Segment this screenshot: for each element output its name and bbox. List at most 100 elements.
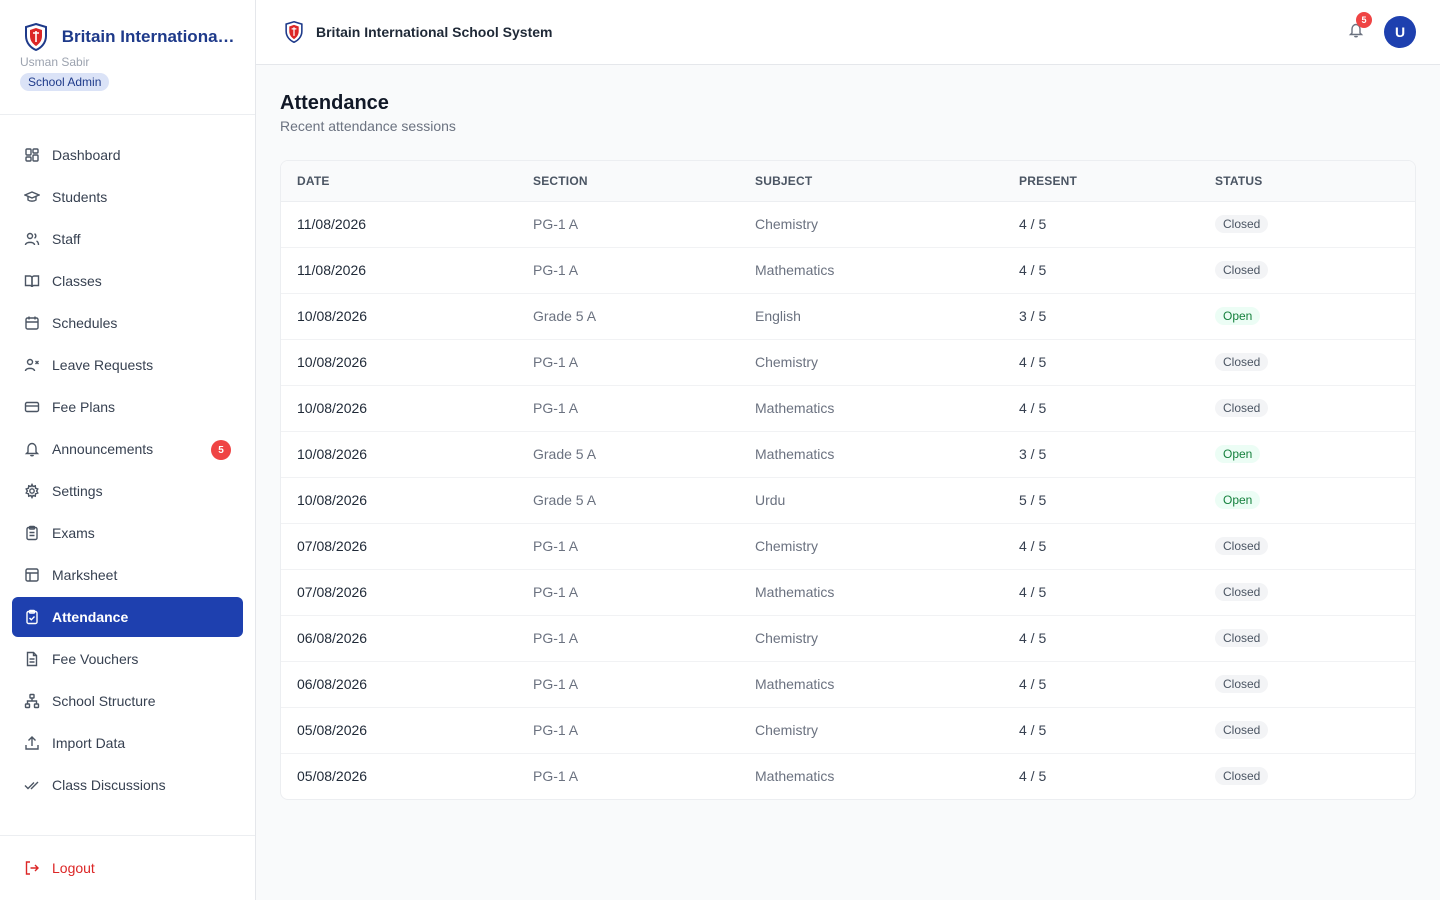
sidebar-item-class-discussions[interactable]: Class Discussions xyxy=(12,765,243,805)
table-row[interactable]: 10/08/2026 PG-1 A Chemistry 4 / 5 Closed xyxy=(281,339,1415,386)
header-title: Britain International School System xyxy=(316,24,553,40)
table-icon xyxy=(24,567,40,583)
notifications-button[interactable]: 5 xyxy=(1346,12,1372,42)
status-badge: Closed xyxy=(1215,261,1269,279)
sidebar-item-settings[interactable]: Settings xyxy=(12,471,243,511)
column-header-present: PRESENT xyxy=(1019,161,1215,202)
sidebar-item-label: Classes xyxy=(52,273,102,289)
cell-date: 06/08/2026 xyxy=(281,661,533,708)
sidebar-item-announcements[interactable]: Announcements 5 xyxy=(12,429,243,469)
sidebar-item-students[interactable]: Students xyxy=(12,177,243,217)
sidebar-item-label: Import Data xyxy=(52,735,126,751)
school-crest-icon xyxy=(20,21,52,53)
table-row[interactable]: 05/08/2026 PG-1 A Mathematics 4 / 5 Closed xyxy=(281,753,1415,799)
table-row[interactable]: 10/08/2026 PG-1 A Mathematics 4 / 5 Closed xyxy=(281,385,1415,432)
sidebar-item-classes[interactable]: Classes xyxy=(12,261,243,301)
cell-present: 4 / 5 xyxy=(1019,569,1215,616)
sidebar-item-exams[interactable]: Exams xyxy=(12,513,243,553)
logout-button[interactable]: Logout xyxy=(12,860,95,876)
cell-section: PG-1 A xyxy=(533,201,755,248)
cell-present: 5 / 5 xyxy=(1019,477,1215,524)
file-text-icon xyxy=(24,651,40,667)
table-row[interactable]: 07/08/2026 PG-1 A Chemistry 4 / 5 Closed xyxy=(281,523,1415,570)
cell-date: 07/08/2026 xyxy=(281,569,533,616)
table-row[interactable]: 10/08/2026 Grade 5 A Urdu 5 / 5 Open xyxy=(281,477,1415,524)
cell-status: Closed xyxy=(1215,615,1415,662)
users-icon xyxy=(24,231,40,247)
cell-subject: Mathematics xyxy=(755,768,835,785)
sidebar-item-marksheet[interactable]: Marksheet xyxy=(12,555,243,595)
cell-subject: Mathematics xyxy=(755,247,1019,294)
cell-status: Closed xyxy=(1215,707,1415,754)
cell-date: 11/08/2026 xyxy=(281,201,533,248)
cell-status: Closed xyxy=(1215,753,1415,799)
status-badge: Open xyxy=(1215,445,1261,463)
table-body: 11/08/2026 PG-1 A Chemistry 4 / 5 Closed 11/0… xyxy=(281,201,1415,799)
gear-icon xyxy=(24,483,40,499)
cell-section: PG-1 A xyxy=(533,523,755,570)
table-row[interactable]: 10/08/2026 Grade 5 A English 3 / 5 Open xyxy=(281,293,1415,340)
cell-subject: Chemistry xyxy=(755,201,1019,248)
sidebar-item-label: Exams xyxy=(52,525,95,541)
logout-label: Logout xyxy=(52,860,95,876)
status-badge: Closed xyxy=(1215,399,1269,417)
cell-subject: Mathematics xyxy=(755,569,1019,616)
sidebar-nav: Dashboard Students Staff Classes Schedul… xyxy=(0,115,255,805)
sidebar-brand: Britain International... Usman Sabir Sch… xyxy=(0,0,255,115)
sidebar-footer: Logout xyxy=(0,835,255,900)
table-row[interactable]: 11/08/2026 PG-1 A Mathematics 4 / 5 Closed xyxy=(281,247,1415,294)
sidebar-item-import-data[interactable]: Import Data xyxy=(12,723,243,763)
status-badge: Closed xyxy=(1215,215,1269,233)
cell-date: 10/08/2026 xyxy=(281,339,533,386)
status-badge: Closed xyxy=(1215,537,1269,555)
sidebar-item-fee-vouchers[interactable]: Fee Vouchers xyxy=(12,639,243,679)
sidebar-item-fee-plans[interactable]: Fee Plans xyxy=(12,387,243,427)
user-name: Usman Sabir xyxy=(20,55,90,69)
cell-status: Closed xyxy=(1215,569,1415,616)
cell-section: PG-1 A xyxy=(533,707,755,754)
cell-present: 4 / 5 xyxy=(1019,247,1215,294)
cell-subject: Chemistry xyxy=(755,707,1019,754)
dashboard-icon xyxy=(24,147,40,163)
sidebar-item-schedules[interactable]: Schedules xyxy=(12,303,243,343)
credit-card-icon xyxy=(24,399,40,415)
sidebar-item-label: School Structure xyxy=(52,693,156,709)
table-row[interactable]: 06/08/2026 PG-1 A Mathematics 4 / 5 Closed xyxy=(281,661,1415,708)
column-header-date: DATE xyxy=(281,161,533,202)
cell-date: 07/08/2026 xyxy=(281,523,533,570)
cell-date: 05/08/2026 xyxy=(281,707,533,754)
table-row[interactable]: 07/08/2026 PG-1 A Mathematics 4 / 5 Closed xyxy=(281,569,1415,616)
table-header-row: DATE SECTION SUBJECT PRESENT STATUS xyxy=(281,161,1415,202)
table-row[interactable]: 11/08/2026 PG-1 A Chemistry 4 / 5 Closed xyxy=(281,201,1415,248)
sidebar-item-school-structure[interactable]: School Structure xyxy=(12,681,243,721)
cell-status: Closed xyxy=(1215,385,1415,432)
cell-subject: Chemistry xyxy=(755,615,1019,662)
logout-icon xyxy=(24,860,40,876)
cell-present: 4 / 5 xyxy=(1019,615,1215,662)
sidebar-item-dashboard[interactable]: Dashboard xyxy=(12,135,243,175)
sidebar: Britain International... Usman Sabir Sch… xyxy=(0,0,256,900)
brand-name[interactable]: Britain International... xyxy=(62,27,235,47)
column-header-section: SECTION xyxy=(533,161,755,202)
status-badge: Closed xyxy=(1215,583,1269,601)
cell-subject: Urdu xyxy=(755,477,1019,524)
school-crest-icon xyxy=(284,21,304,43)
sidebar-item-attendance[interactable]: Attendance xyxy=(12,597,243,637)
status-badge: Open xyxy=(1215,307,1261,325)
page-title: Attendance xyxy=(280,92,389,114)
sidebar-item-label: Announcements xyxy=(52,441,154,457)
table-row[interactable]: 10/08/2026 Grade 5 A Mathematics 3 / 5 Open xyxy=(281,431,1415,478)
avatar[interactable]: U xyxy=(1384,16,1416,48)
cell-present: 3 / 5 xyxy=(1019,293,1215,340)
sidebar-item-leave-requests[interactable]: Leave Requests xyxy=(12,345,243,385)
sidebar-item-staff[interactable]: Staff xyxy=(12,219,243,259)
cell-present: 4 / 5 xyxy=(1019,385,1215,432)
cell-subject: English xyxy=(755,293,1019,340)
status-badge: Open xyxy=(1215,491,1261,509)
cell-subject: Chemistry xyxy=(755,339,1019,386)
table-row[interactable]: 06/08/2026 PG-1 A Chemistry 4 / 5 Closed xyxy=(281,615,1415,662)
check-check-icon xyxy=(24,777,40,793)
sidebar-item-label: Leave Requests xyxy=(52,357,154,373)
table-row[interactable]: 05/08/2026 PG-1 A Chemistry 4 / 5 Closed xyxy=(281,707,1415,754)
cell-section: PG-1 A xyxy=(533,385,755,432)
